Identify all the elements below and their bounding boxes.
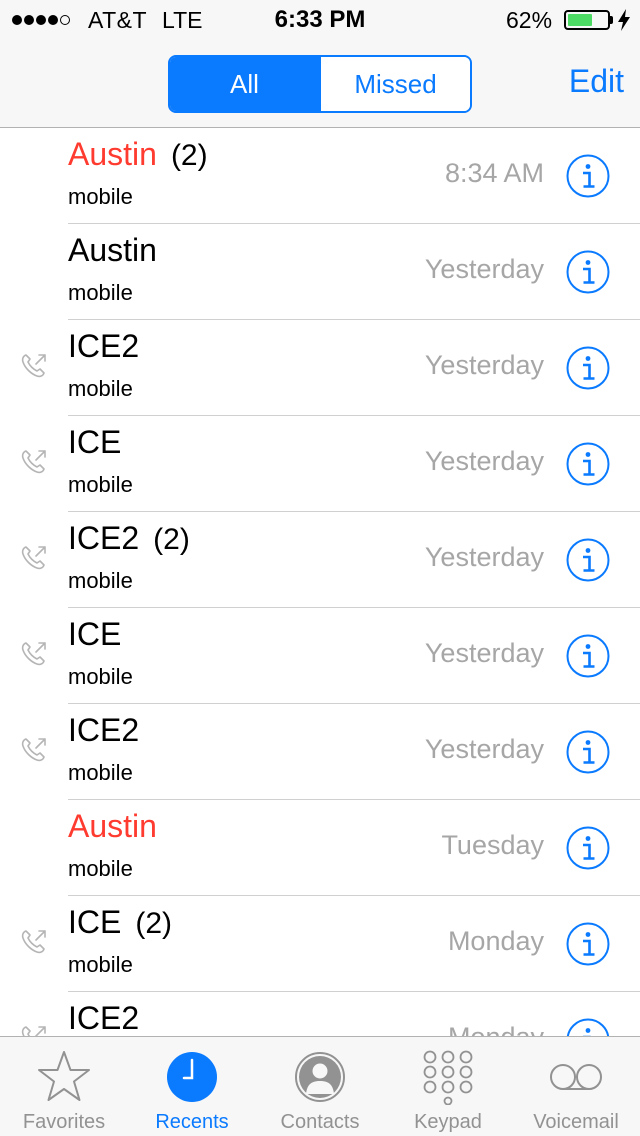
- call-time: Yesterday: [424, 542, 544, 572]
- call-count: (2): [170, 139, 208, 172]
- segment-missed[interactable]: Missed: [319, 57, 470, 111]
- tab-label-voicemail: Voicemail: [533, 1111, 619, 1133]
- caller-name-text: ICE: [68, 424, 122, 460]
- phone-type-label: mobile: [68, 376, 133, 401]
- recent-call-row[interactable]: Austin mobile Tuesday: [0, 800, 640, 896]
- info-button-icon[interactable]: [566, 442, 610, 486]
- tab-contacts[interactable]: Contacts: [256, 1037, 384, 1136]
- recent-call-row[interactable]: ICE2 (2) mobile Yesterday: [0, 512, 640, 608]
- caller-name: ICE2: [68, 1000, 139, 1036]
- battery-icon: [564, 10, 610, 30]
- outgoing-call-icon: [21, 930, 46, 954]
- status-bar: AT&T LTE 6:33 PM 62%: [0, 0, 640, 40]
- outgoing-call-icon: [21, 738, 46, 762]
- keypad-icon: [423, 1050, 473, 1105]
- info-button-icon[interactable]: [566, 1018, 610, 1036]
- recent-call-row[interactable]: Austin (2) mobile 8:34 AM: [0, 128, 640, 224]
- caller-name: ICE: [68, 616, 121, 653]
- phone-type-label: mobile: [68, 472, 133, 497]
- tab-label-favorites: Favorites: [22, 1111, 106, 1133]
- phone-type-label: mobile: [68, 664, 133, 689]
- caller-name: ICE2 (2): [68, 520, 190, 557]
- call-count: (2): [135, 907, 173, 940]
- caller-name-text: ICE2: [68, 328, 140, 364]
- clock-icon: [167, 1052, 217, 1102]
- call-time: Yesterday: [424, 254, 544, 284]
- caller-name-text: ICE: [68, 904, 122, 940]
- call-time: Monday: [448, 1022, 544, 1036]
- info-button-icon[interactable]: [566, 154, 610, 198]
- tab-favorites[interactable]: Favorites: [0, 1037, 128, 1136]
- tab-label-recents: Recents: [155, 1111, 229, 1133]
- segment-all[interactable]: All: [170, 57, 319, 111]
- caller-name-text: ICE2: [68, 1000, 140, 1036]
- caller-name-text: Austin: [68, 232, 157, 268]
- outgoing-call-icon: [21, 450, 46, 474]
- caller-name: ICE (2): [68, 904, 172, 941]
- battery-percentage: 62%: [506, 7, 553, 33]
- call-time: Yesterday: [424, 350, 544, 380]
- recent-call-row[interactable]: ICE mobile Yesterday: [0, 416, 640, 512]
- navigation-bar: All Missed Edit: [0, 40, 640, 128]
- info-button-icon[interactable]: [566, 922, 610, 966]
- edit-button[interactable]: Edit: [569, 63, 624, 100]
- star-icon: [38, 1051, 90, 1101]
- info-button-icon[interactable]: [566, 826, 610, 870]
- recents-filter-segmented-control: All Missed: [168, 55, 472, 113]
- battery-tip: [610, 16, 613, 24]
- recent-call-row[interactable]: ICE mobile Yesterday: [0, 608, 640, 704]
- voicemail-icon: [550, 1064, 602, 1090]
- outgoing-call-icon: [21, 642, 46, 666]
- recent-call-row[interactable]: ICE2mobileMonday: [0, 992, 640, 1036]
- tab-bar: Favorites Recents Contacts Keypad Voicem…: [0, 1036, 640, 1136]
- contact-silhouette-icon: [295, 1052, 345, 1102]
- call-time: Yesterday: [424, 734, 544, 764]
- caller-name-text: Austin: [68, 136, 157, 172]
- caller-name-text: ICE: [68, 616, 122, 652]
- call-time: Yesterday: [424, 638, 544, 668]
- recent-call-row[interactable]: ICE (2) mobile Monday: [0, 896, 640, 992]
- caller-name-text: ICE2: [68, 712, 140, 748]
- phone-type-label: mobile: [68, 760, 133, 785]
- recents-list[interactable]: Austin (2) mobile 8:34 AM Austin mobile Yester…: [0, 128, 640, 1036]
- tab-label-keypad: Keypad: [414, 1111, 482, 1133]
- charging-bolt-icon: [618, 9, 630, 31]
- phone-screen: AT&T LTE 6:33 PM 62% All Missed Edit Aus…: [0, 0, 640, 1136]
- info-button-icon[interactable]: [566, 634, 610, 678]
- recent-call-row[interactable]: Austin mobile Yesterday: [0, 224, 640, 320]
- outgoing-call-icon: [21, 1026, 46, 1036]
- phone-type-label: mobile: [68, 280, 133, 305]
- info-button-icon[interactable]: [566, 730, 610, 774]
- caller-name: Austin (2): [68, 136, 208, 173]
- caller-name: ICE: [68, 424, 121, 461]
- phone-type-label: mobile: [68, 568, 133, 593]
- outgoing-call-icon: [21, 546, 46, 570]
- recent-call-row[interactable]: ICE2 mobile Yesterday: [0, 320, 640, 416]
- phone-type-label: mobile: [68, 952, 133, 977]
- caller-name: ICE2: [68, 328, 139, 365]
- tab-voicemail[interactable]: Voicemail: [512, 1037, 640, 1136]
- caller-name-text: ICE2: [68, 520, 140, 556]
- call-time: Tuesday: [441, 830, 544, 860]
- phone-type-label: mobile: [68, 856, 133, 881]
- tab-recents[interactable]: Recents: [128, 1037, 256, 1136]
- caller-name: Austin: [68, 808, 157, 845]
- outgoing-call-icon: [21, 354, 46, 378]
- recent-call-row[interactable]: ICE2 mobile Yesterday: [0, 704, 640, 800]
- call-time: Yesterday: [424, 446, 544, 476]
- info-button-icon[interactable]: [566, 250, 610, 294]
- caller-name: Austin: [68, 232, 157, 269]
- call-time: Monday: [447, 926, 544, 956]
- caller-name-text: Austin: [68, 808, 157, 844]
- tab-label-contacts: Contacts: [280, 1111, 360, 1133]
- caller-name: ICE2: [68, 712, 139, 749]
- phone-type-label: mobile: [68, 184, 133, 209]
- battery-level-fill: [568, 14, 592, 26]
- info-button-icon[interactable]: [566, 346, 610, 390]
- call-time: 8:34 AM: [444, 158, 544, 188]
- call-count: (2): [153, 523, 190, 556]
- tab-keypad[interactable]: Keypad: [384, 1037, 512, 1136]
- info-button-icon[interactable]: [566, 538, 610, 582]
